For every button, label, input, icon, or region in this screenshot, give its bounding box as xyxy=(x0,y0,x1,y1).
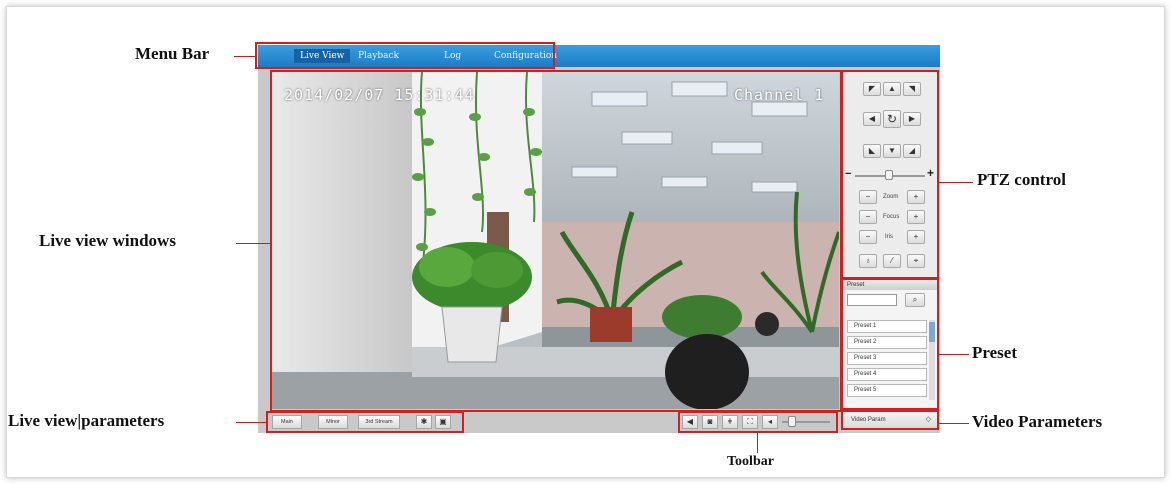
leader-line xyxy=(236,243,270,244)
callout-live-view-parameters: Live view|parameters xyxy=(8,411,165,430)
menu-bar-highlight xyxy=(255,42,555,69)
live-view-parameters-highlight xyxy=(266,411,464,433)
leader-line xyxy=(234,56,255,57)
ptz-control-highlight xyxy=(841,70,939,279)
leader-line xyxy=(939,182,973,183)
callout-menu-bar: Menu Bar xyxy=(135,44,210,63)
leader-line xyxy=(236,422,266,423)
video-parameters-highlight xyxy=(841,410,939,430)
callout-video-parameters: Video Parameters xyxy=(972,412,1103,431)
live-view-window-highlight xyxy=(270,70,842,412)
toolbar-highlight xyxy=(678,411,838,433)
callout-live-view-windows: Live view windows xyxy=(39,231,176,250)
callout-preset: Preset xyxy=(972,343,1017,362)
preset-highlight xyxy=(841,278,939,410)
leader-line xyxy=(939,354,969,355)
leader-line xyxy=(757,433,758,453)
callout-ptz-control: PTZ control xyxy=(977,170,1066,189)
leader-line xyxy=(939,423,969,424)
callout-toolbar: Toolbar xyxy=(727,454,774,469)
